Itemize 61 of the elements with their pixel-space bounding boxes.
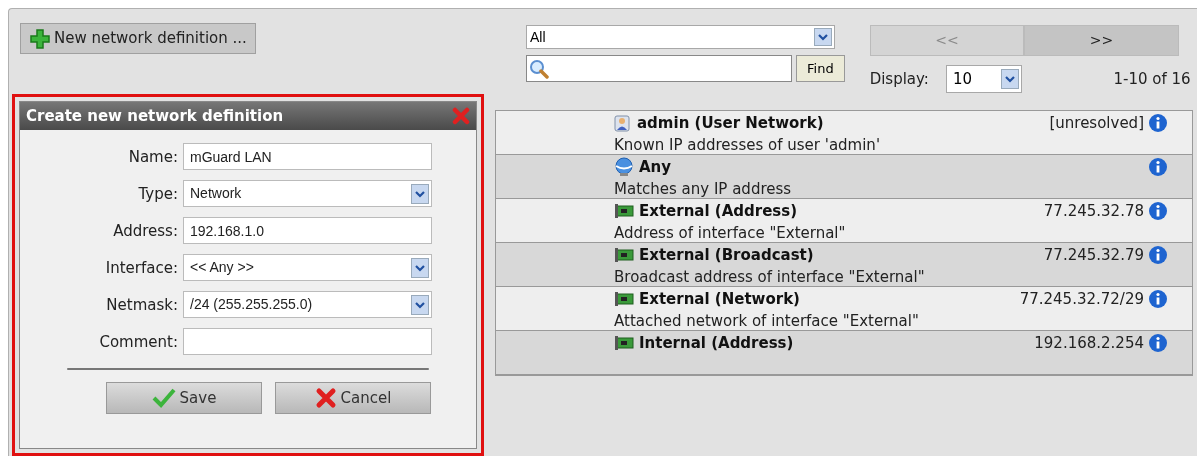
- input-field[interactable]: 192.168.1.0: [183, 217, 432, 245]
- network-address: 192.168.2.254: [1034, 332, 1144, 354]
- network-row[interactable]: External (Network) 77.245.32.72/29 Attached network of interface "External": [496, 287, 1192, 331]
- network-address: 77.245.32.78: [1043, 200, 1144, 222]
- network-name: Any: [639, 156, 672, 178]
- globe-icon: [614, 157, 634, 177]
- network-address: 77.245.32.72/29: [1019, 288, 1144, 310]
- select-field[interactable]: /24 (255.255.255.0): [183, 291, 432, 319]
- filter-dropdown[interactable]: All: [526, 25, 835, 49]
- network-address: [unresolved]: [1049, 112, 1144, 134]
- x-icon: [314, 387, 337, 410]
- network-name: Internal (Address): [639, 332, 794, 354]
- field-label: Address:: [112, 220, 179, 242]
- network-name: External (Address): [639, 200, 798, 222]
- info-icon[interactable]: [1148, 201, 1168, 221]
- info-icon[interactable]: [1148, 113, 1168, 133]
- network-row[interactable]: External (Address) 77.245.32.78 Address of interface "External": [496, 199, 1192, 243]
- network-description: Broadcast address of interface "External": [614, 267, 926, 288]
- plus-icon: [29, 27, 51, 50]
- input-field[interactable]: mGuard LAN: [183, 143, 432, 171]
- dialog-title: Create new network definition: [26, 106, 284, 128]
- field-label: Interface:: [104, 257, 179, 279]
- field-label: Type:: [137, 183, 179, 205]
- find-button[interactable]: Find: [796, 55, 845, 82]
- save-button[interactable]: Save: [106, 382, 262, 415]
- input-field[interactable]: [183, 328, 432, 356]
- field-label: Name:: [127, 146, 179, 168]
- user-network-icon: [614, 113, 632, 133]
- network-description: Attached network of interface "External": [614, 311, 920, 332]
- network-description: Address of interface "External": [614, 223, 847, 244]
- page-range: 1-10 of 16: [1113, 68, 1191, 90]
- checkmark-icon: [151, 388, 176, 409]
- network-row[interactable]: Any Matches any IP address: [496, 155, 1192, 199]
- info-icon[interactable]: [1148, 157, 1168, 177]
- display-label: Display:: [869, 68, 929, 90]
- select-field[interactable]: Network: [183, 180, 432, 208]
- network-name: External (Network): [639, 288, 800, 310]
- network-address: 77.245.32.79: [1043, 244, 1144, 266]
- network-row[interactable]: admin (User Network) [unresolved] Known IP addresses of user 'admin': [496, 111, 1192, 155]
- network-card-icon: [614, 203, 634, 219]
- next-page-button[interactable]: >>: [1024, 25, 1179, 56]
- field-label: Netmask:: [105, 294, 179, 316]
- network-name: admin (User Network): [637, 112, 824, 134]
- select-field[interactable]: << Any >>: [183, 254, 432, 282]
- cancel-button[interactable]: Cancel: [275, 382, 431, 415]
- display-dropdown[interactable]: 10: [945, 65, 1022, 93]
- search-icon: [529, 58, 549, 79]
- network-row[interactable]: External (Broadcast) 77.245.32.79 Broadcast address of interface "External": [496, 243, 1192, 287]
- network-description: Matches any IP address: [614, 179, 793, 200]
- info-icon[interactable]: [1148, 333, 1168, 353]
- network-name: External (Broadcast): [639, 244, 814, 266]
- network-description: Known IP addresses of user 'admin': [614, 135, 881, 156]
- search-field[interactable]: [526, 55, 792, 82]
- network-row[interactable]: Internal (Address) 192.168.2.254: [496, 331, 1192, 375]
- new-network-button[interactable]: New network definition ...: [20, 23, 256, 54]
- info-icon[interactable]: [1148, 289, 1168, 309]
- network-card-icon: [614, 291, 634, 307]
- network-card-icon: [614, 247, 634, 263]
- info-icon[interactable]: [1148, 245, 1168, 265]
- field-label: Comment:: [98, 331, 179, 353]
- network-card-icon: [614, 335, 634, 351]
